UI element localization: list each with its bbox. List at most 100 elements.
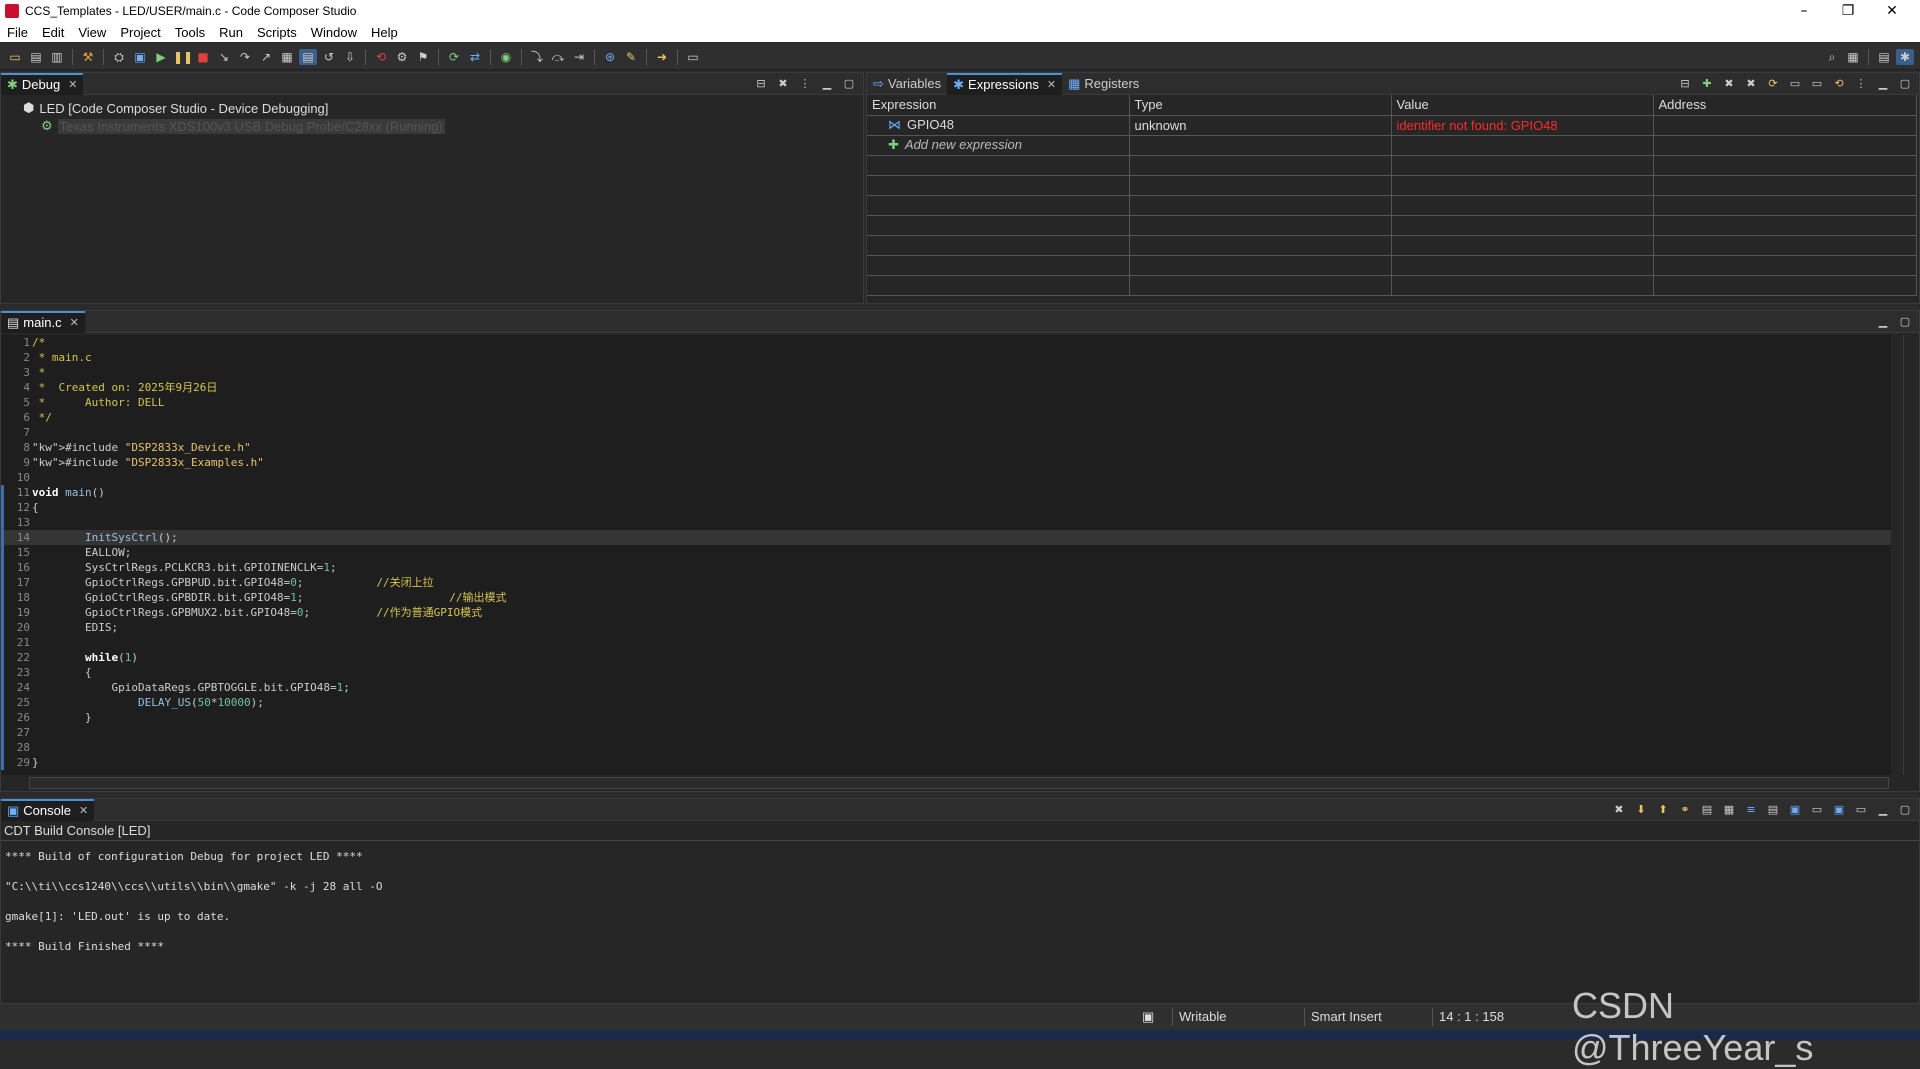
add-expression-cell[interactable]: ✚ Add new expression	[867, 135, 1130, 156]
new-console-icon[interactable]: ▭	[1809, 802, 1825, 818]
show-console-icon[interactable]: ▤	[1765, 802, 1781, 818]
debug-perspective-icon[interactable]: ✱	[1896, 48, 1914, 65]
minimize-view-icon[interactable]: ▁	[1875, 76, 1891, 92]
menu-run[interactable]: Run	[212, 25, 250, 40]
column-type[interactable]: Type	[1129, 95, 1392, 116]
sync-icon[interactable]: ⇄	[466, 49, 484, 65]
menu-tools[interactable]: Tools	[168, 25, 212, 40]
code-line[interactable]: 13	[1, 515, 1891, 530]
remove-icon[interactable]: ✖	[1721, 76, 1737, 92]
build-icon[interactable]: ⚒	[79, 49, 97, 65]
continuous-refresh-icon[interactable]: ⟲	[1831, 76, 1847, 92]
expression-cell[interactable]: ⋈ GPIO48	[867, 115, 1130, 136]
step-into-icon[interactable]: ↘	[215, 49, 233, 65]
connect-icon[interactable]: ▣	[131, 49, 149, 65]
word-wrap-icon[interactable]: ≡	[1743, 802, 1759, 818]
code-line[interactable]: 15 EALLOW;	[1, 545, 1891, 560]
minimize-button[interactable]: –	[1784, 0, 1824, 22]
code-line[interactable]: 20 EDIS;	[1, 620, 1891, 635]
close-button[interactable]: ✕	[1872, 0, 1912, 22]
open-perspective-icon[interactable]: ▭	[684, 49, 702, 65]
code-line[interactable]: 14 InitSysCtrl();	[1, 530, 1891, 545]
tab-main-c[interactable]: ▤ main.c ✕	[1, 310, 85, 333]
code-line[interactable]: 28	[1, 740, 1891, 755]
debug-probe-row[interactable]: ⚙ Texas Instruments XDS100v3 USB Debug P…	[5, 117, 859, 135]
code-line[interactable]: 5 * Author: DELL	[1, 395, 1891, 410]
code-line[interactable]: 29}	[1, 755, 1891, 770]
pen-icon[interactable]: ✎	[622, 49, 640, 65]
next-annotation-icon[interactable]: ➜	[653, 49, 671, 65]
prev-error-icon[interactable]: ⬆	[1655, 802, 1671, 818]
code-line[interactable]: 1/*	[1, 335, 1891, 350]
minimize-view-icon[interactable]: ▁	[1875, 314, 1891, 330]
clear-console-icon[interactable]: ✖	[1611, 802, 1627, 818]
open-console-icon[interactable]: ▭	[1853, 802, 1869, 818]
tab-registers[interactable]: ▦ Registers	[1062, 73, 1145, 95]
code-line[interactable]: 18 GpioCtrlRegs.GPBDIR.bit.GPIO48=1; //输…	[1, 590, 1891, 605]
search-web-icon[interactable]: ⊛	[601, 49, 619, 65]
code-line[interactable]: 10	[1, 470, 1891, 485]
column-value[interactable]: Value	[1391, 95, 1654, 116]
close-icon[interactable]: ✕	[79, 804, 88, 817]
code-line[interactable]: 2 * main.c	[1, 350, 1891, 365]
refresh-icon[interactable]: ⟳	[1765, 76, 1781, 92]
code-line[interactable]: 3 *	[1, 365, 1891, 380]
menu-window[interactable]: Window	[304, 25, 364, 40]
pin-icon[interactable]: ▭	[1809, 76, 1825, 92]
menu-edit[interactable]: Edit	[35, 25, 71, 40]
tab-debug[interactable]: ✱ Debug ✕	[1, 72, 84, 95]
collapse-icon[interactable]: ⊟	[1677, 76, 1693, 92]
view-menu-icon[interactable]: ⋮	[797, 76, 813, 92]
save-icon[interactable]: ▤	[27, 49, 45, 65]
code-line[interactable]: 16 SysCtrlRegs.PCLKCR3.bit.GPIOINENCLK=1…	[1, 560, 1891, 575]
display-console-icon[interactable]: ▣	[1831, 802, 1847, 818]
resume-icon[interactable]: ▶	[152, 49, 170, 65]
code-line[interactable]: 9 "kw">#include "DSP2833x_Examples.h"	[1, 455, 1891, 470]
code-line[interactable]: 7	[1, 425, 1891, 440]
save-all-icon[interactable]: ▥	[48, 49, 66, 65]
edit-perspective-icon[interactable]: ▤	[1875, 49, 1893, 65]
code-line[interactable]: 22 while(1)	[1, 650, 1891, 665]
profile-icon[interactable]: ⚙	[393, 49, 411, 65]
suspend-icon[interactable]: ❚❚	[173, 49, 193, 65]
code-line[interactable]: 25 DELAY_US(50*10000);	[1, 695, 1891, 710]
restart-icon[interactable]: ⟲	[372, 49, 390, 65]
minimize-view-icon[interactable]: ▁	[1875, 802, 1891, 818]
code-line[interactable]: 21	[1, 635, 1891, 650]
code-line[interactable]: 17 GpioCtrlRegs.GPBPUD.bit.GPIO48=0; //关…	[1, 575, 1891, 590]
code-editor[interactable]: 1/* 2 * main.c 3 * 4 * Created on: 2025年9月2…	[1, 335, 1891, 775]
scroll-lock-icon[interactable]: ▦	[1721, 802, 1737, 818]
table-row[interactable]: ⋈ GPIO48 unknown identifier not found: GP…	[867, 115, 1917, 136]
copy-build-log-icon[interactable]: ▤	[1699, 802, 1715, 818]
code-line[interactable]: 23 {	[1, 665, 1891, 680]
minimize-view-icon[interactable]: ▁	[819, 76, 835, 92]
add-expression-row[interactable]: ✚ Add new expression	[867, 135, 1917, 156]
maximize-view-icon[interactable]: ▢	[1897, 76, 1913, 92]
menu-file[interactable]: File	[0, 25, 35, 40]
new-icon[interactable]: ▭	[6, 49, 24, 65]
registers-icon[interactable]: ▤	[299, 48, 317, 65]
tab-console[interactable]: ▣ Console ✕	[1, 798, 95, 821]
code-line[interactable]: 11 void main()	[1, 485, 1891, 500]
new-view-icon[interactable]: ▭	[1787, 76, 1803, 92]
link-icon[interactable]: ⚭	[1677, 802, 1693, 818]
step-return-icon[interactable]: ↗	[257, 49, 275, 65]
collapse-all-icon[interactable]: ⊟	[753, 76, 769, 92]
reset-icon[interactable]: ↺	[320, 49, 338, 65]
tab-expressions[interactable]: ✱ Expressions ✕	[947, 72, 1063, 95]
code-line[interactable]: 26 }	[1, 710, 1891, 725]
step-over-asm-icon[interactable]: ⤼	[549, 49, 567, 65]
menu-project[interactable]: Project	[113, 25, 167, 40]
close-icon[interactable]: ✕	[70, 316, 79, 329]
remove-all-icon[interactable]: ✖	[1743, 76, 1759, 92]
column-address[interactable]: Address	[1653, 95, 1917, 116]
view-menu-icon[interactable]: ⋮	[1853, 76, 1869, 92]
maximize-view-icon[interactable]: ▢	[1897, 314, 1913, 330]
pin-console-icon[interactable]: ▣	[1787, 802, 1803, 818]
tab-variables[interactable]: ⇨ Variables	[867, 73, 947, 95]
maximize-button[interactable]: ❐	[1828, 0, 1868, 22]
add-expression-icon[interactable]: ✚	[1699, 76, 1715, 92]
maximize-view-icon[interactable]: ▢	[841, 76, 857, 92]
debug-session-row[interactable]: ⬢ LED [Code Composer Studio - Device Deb…	[5, 99, 859, 117]
code-line[interactable]: 27	[1, 725, 1891, 740]
